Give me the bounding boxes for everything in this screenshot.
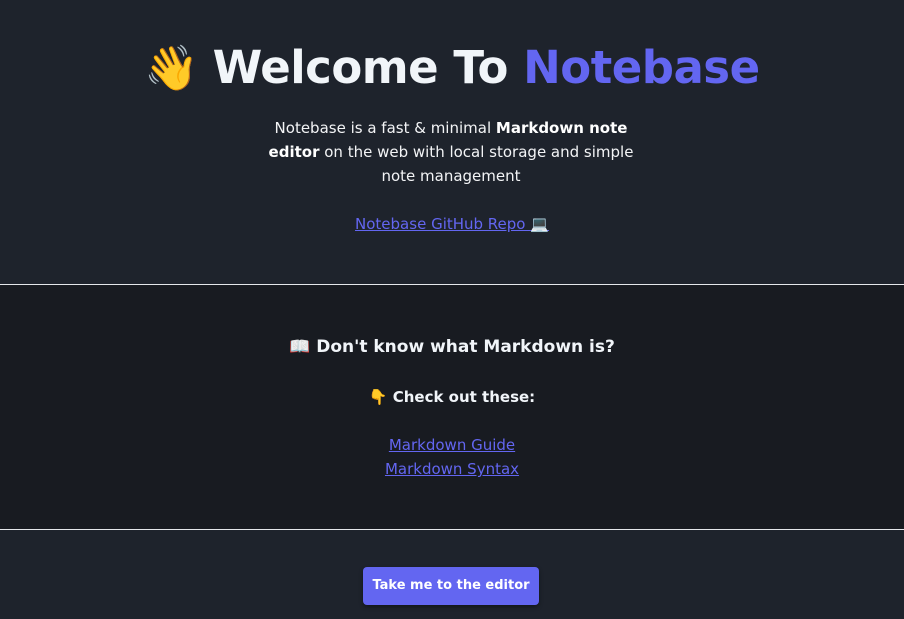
intro-part-2: on the web with local storage and simple… xyxy=(319,143,634,185)
hero-section: 👋 Welcome To Notebase Notebase is a fast … xyxy=(0,0,904,284)
markdown-guide-link[interactable]: Markdown Guide xyxy=(389,433,515,457)
waving-hand-icon: 👋 xyxy=(144,43,199,94)
page-title: 👋 Welcome To Notebase xyxy=(0,38,904,99)
open-book-icon: 📖 xyxy=(289,337,311,357)
open-editor-button[interactable]: Take me to the editor xyxy=(363,567,539,605)
github-repo-link[interactable]: Notebase GitHub Repo 💻 xyxy=(355,215,549,233)
markdown-help-heading: 📖 Don't know what Markdown is? xyxy=(0,334,904,360)
repo-link-row: Notebase GitHub Repo 💻 xyxy=(0,212,904,236)
title-brand: Notebase xyxy=(523,41,760,94)
markdown-syntax-link[interactable]: Markdown Syntax xyxy=(385,457,519,481)
check-out-heading-text: Check out these: xyxy=(392,388,536,406)
pointing-down-icon: 👇 xyxy=(368,388,388,406)
intro-part-1: Notebase is a fast & minimal xyxy=(274,119,496,137)
markdown-links: Markdown Guide Markdown Syntax xyxy=(0,433,904,481)
markdown-help-section: 📖 Don't know what Markdown is? 👇 Check o… xyxy=(0,285,904,529)
markdown-help-heading-text: Don't know what Markdown is? xyxy=(316,337,615,357)
intro-text: Notebase is a fast & minimal Markdown no… xyxy=(262,116,640,188)
laptop-icon: 💻 xyxy=(530,215,549,233)
title-prefix: Welcome To xyxy=(212,41,524,94)
github-repo-link-label: Notebase GitHub Repo xyxy=(355,215,526,233)
footer-section: Take me to the editor xyxy=(0,530,904,619)
check-out-heading: 👇 Check out these: xyxy=(0,385,904,409)
